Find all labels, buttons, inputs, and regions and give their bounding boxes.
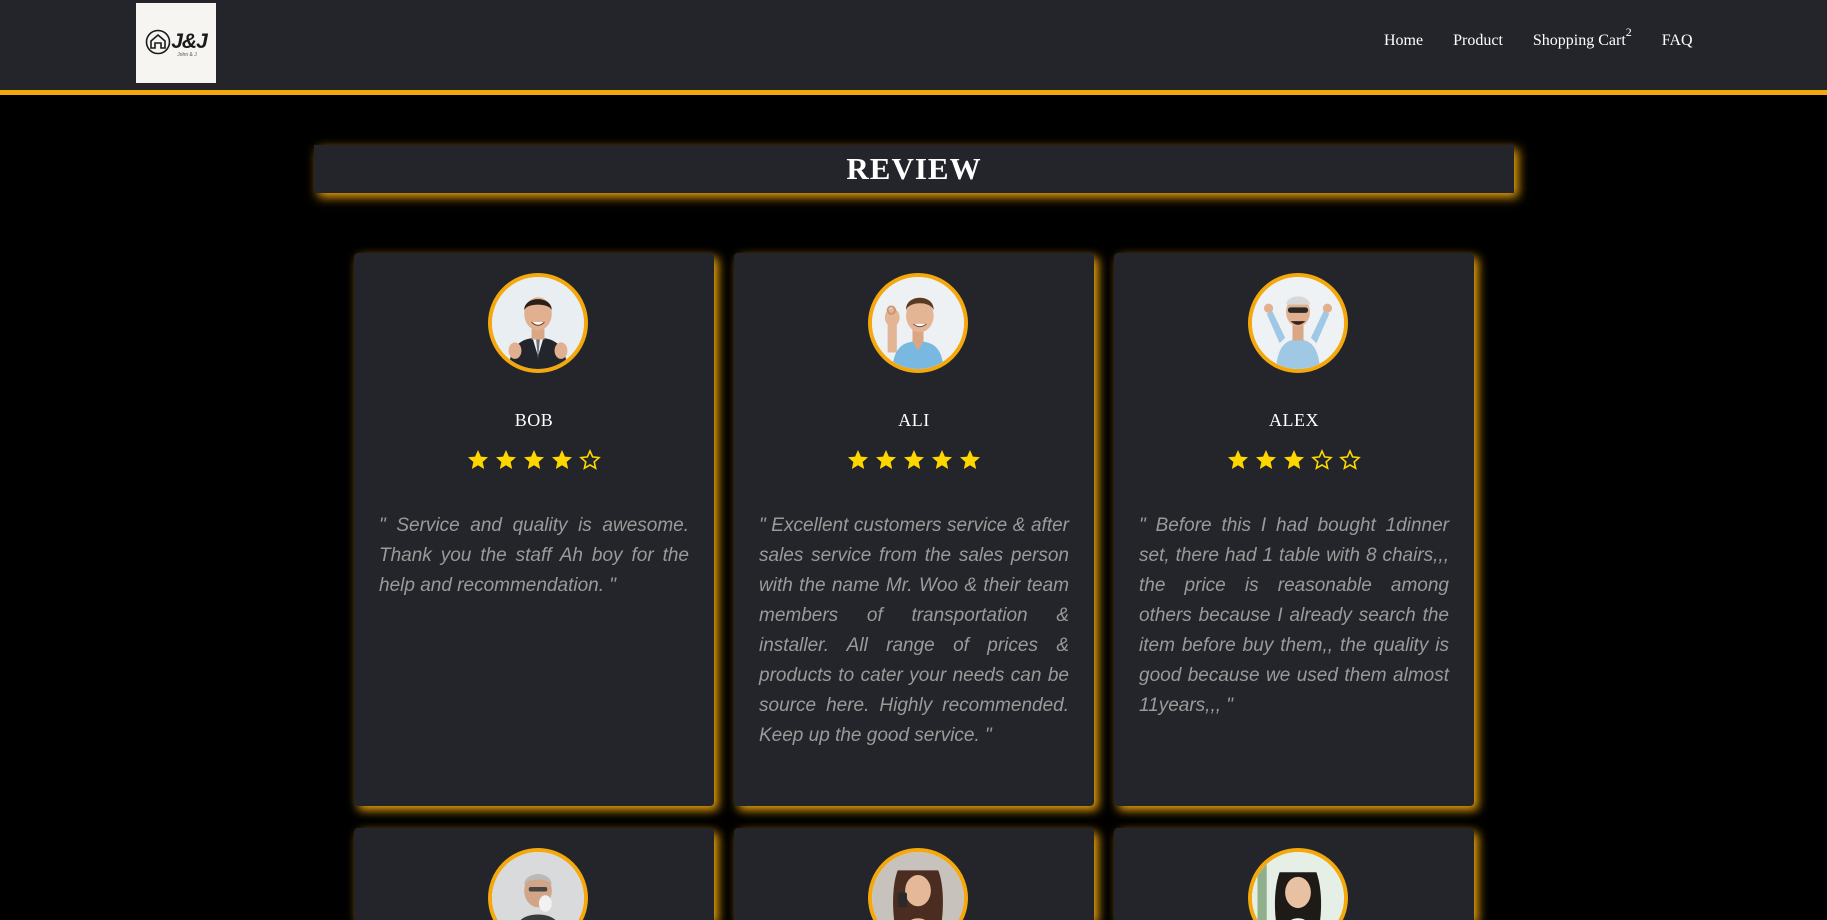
star-filled-icon [1256,450,1276,469]
star-filled-icon [524,450,544,469]
review-card-6 [1114,828,1474,920]
reviewer-avatar [1248,273,1348,373]
star-filled-icon [932,450,952,469]
star-filled-icon [1284,450,1304,469]
elderly-man-photo [492,852,584,920]
cart-count-badge: 2 [1625,25,1632,39]
site-logo[interactable]: J&J John & J [136,3,216,83]
review-card-ali: ALI " Excellent customers service & afte… [734,253,1094,806]
star-empty-icon [1311,449,1333,470]
review-text: " Service and quality is awesome. Thank … [379,515,689,596]
review-banner: REVIEW [314,145,1514,193]
nav-shopping-cart-label: Shopping Cart [1532,32,1626,49]
star-rating [354,448,714,472]
reviewer-avatar [868,848,968,920]
star-filled-icon [876,450,896,469]
woman-with-phone-photo [872,852,964,920]
star-filled-icon [552,450,572,469]
cheering-man-photo [1252,277,1344,369]
reviewer-avatar [488,273,588,373]
star-rating [1114,448,1474,472]
reviewer-avatar [868,273,968,373]
nav-home-link[interactable]: Home [1384,32,1423,50]
review-text: " Excellent customers service & after sa… [759,515,1069,746]
smiling-woman-photo [1252,852,1344,920]
star-filled-icon [468,450,488,469]
reviewer-name: ALI [898,410,930,430]
review-text: " Before this I had bought 1dinner set, … [1139,515,1449,716]
star-empty-icon [579,449,601,470]
star-filled-icon [496,450,516,469]
ok-gesture-man-photo [872,277,964,369]
nav-links: Home Product Shopping Cart2 FAQ [1384,25,1693,50]
review-card-4 [354,828,714,920]
star-filled-icon [960,450,980,469]
star-filled-icon [1228,450,1248,469]
reviewer-name: BOB [514,410,554,430]
navbar: J&J John & J Home Product Shopping Cart2… [0,0,1827,95]
review-card-bob: BOB " Service and quality is awesome. Th… [354,253,714,806]
star-empty-icon [1339,449,1361,470]
nav-shopping-cart-link[interactable]: Shopping Cart2 [1532,25,1632,50]
star-rating [734,448,1094,472]
house-logo-icon [145,29,171,54]
review-card-5 [734,828,1094,920]
star-filled-icon [848,450,868,469]
reviewer-avatar [488,848,588,920]
reviewer-avatar [1248,848,1348,920]
businessman-photo [492,277,584,369]
reviewer-name: ALEX [1269,410,1319,430]
review-title: REVIEW [846,151,982,186]
nav-product-link[interactable]: Product [1453,32,1503,50]
review-card-alex: ALEX " Before this I had bought 1dinner … [1114,253,1474,806]
logo-text: J&J [171,29,208,53]
star-filled-icon [904,450,924,469]
logo-subtext: John & J [177,51,197,58]
nav-faq-link[interactable]: FAQ [1662,32,1693,50]
